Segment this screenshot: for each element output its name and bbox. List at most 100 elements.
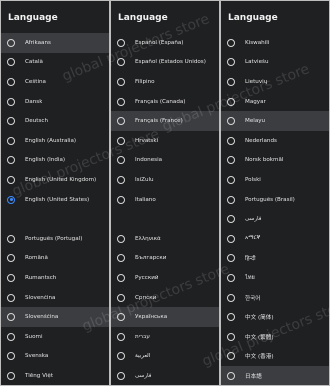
language-option[interactable]: فارسی — [111, 366, 219, 385]
radio-icon — [7, 58, 15, 67]
radio-icon — [117, 352, 125, 361]
language-option[interactable]: Српски — [111, 288, 219, 308]
language-option[interactable]: Rumantsch — [1, 268, 109, 288]
language-option[interactable]: Afrikaans — [1, 33, 109, 53]
language-label: Deutsch — [25, 118, 49, 125]
language-option[interactable]: Filipino — [111, 72, 219, 92]
language-option[interactable]: Čeština — [1, 72, 109, 92]
language-option[interactable]: Français (Canada) — [111, 92, 219, 112]
language-option[interactable]: Português (Portugal) — [1, 229, 109, 249]
radio-icon — [117, 58, 125, 67]
language-option[interactable]: 中文 (香港) — [221, 347, 329, 367]
language-option[interactable]: አማርኛ — [221, 229, 329, 249]
language-list: Afrikaans Català Čeština Dansk Deutsch Englis… — [1, 33, 109, 385]
language-option[interactable]: Norsk bokmål — [221, 151, 329, 171]
language-label: ไทย — [245, 274, 255, 281]
language-label: English (United States) — [25, 196, 90, 203]
language-label: Slovenčina — [25, 294, 56, 301]
language-option[interactable]: Català — [1, 53, 109, 73]
radio-icon — [227, 234, 235, 243]
language-option[interactable]: Slovenščina — [1, 307, 109, 327]
language-label: IsiZulu — [135, 176, 154, 183]
language-label: Filipino — [135, 78, 155, 85]
language-option[interactable]: English (United Kingdom) — [1, 170, 109, 190]
language-option[interactable]: 中文 (简体) — [221, 307, 329, 327]
radio-icon — [117, 38, 125, 47]
language-screen-1: Language Afrikaans Català Čeština Dansk Deut… — [1, 1, 109, 385]
language-option[interactable]: 中文 (繁體) — [221, 327, 329, 347]
language-option[interactable]: Русский — [111, 268, 219, 288]
language-label: Čeština — [25, 78, 46, 85]
language-option[interactable]: Indonesia — [111, 151, 219, 171]
language-option[interactable]: English (India) — [1, 151, 109, 171]
language-option[interactable]: עברית — [111, 327, 219, 347]
radio-icon — [227, 97, 235, 106]
language-label: English (United Kingdom) — [25, 176, 97, 183]
language-option[interactable]: English (Australia) — [1, 131, 109, 151]
language-label: Українська — [135, 314, 168, 321]
radio-icon — [7, 97, 15, 106]
radio-icon — [227, 156, 235, 165]
radio-icon — [227, 371, 235, 380]
language-option[interactable]: Lietuvių — [221, 72, 329, 92]
language-label: Português (Portugal) — [25, 235, 83, 242]
radio-icon — [7, 77, 15, 86]
language-option[interactable]: हिन्दी — [221, 249, 329, 269]
language-option[interactable]: Ελληνικά — [111, 229, 219, 249]
language-option[interactable]: Kiswahili — [221, 33, 329, 53]
language-screen-2: Language Español (España) Español (Estado… — [111, 1, 219, 385]
language-label: Српски — [135, 294, 157, 301]
language-label: Español (Estados Unidos) — [135, 59, 206, 66]
radio-icon — [227, 38, 235, 47]
language-option[interactable]: English (United States) — [1, 190, 109, 210]
radio-icon — [117, 371, 125, 380]
language-screen-3: Language Kiswahili Latviešu Lietuvių Magyar… — [221, 1, 329, 385]
language-label: 日本語 — [245, 373, 262, 380]
language-label: Português (Brasil) — [245, 196, 295, 203]
language-option[interactable]: ไทย — [221, 268, 329, 288]
language-label: Български — [135, 255, 167, 262]
radio-icon — [227, 273, 235, 282]
language-option[interactable]: Português (Brasil) — [221, 190, 329, 210]
radio-icon — [117, 156, 125, 165]
language-option[interactable]: Nederlands — [221, 131, 329, 151]
language-option[interactable]: Українська — [111, 307, 219, 327]
language-label: Svenska — [25, 353, 49, 360]
language-option[interactable]: Tiếng Việt — [1, 366, 109, 385]
language-option[interactable]: Magyar — [221, 92, 329, 112]
language-option[interactable]: Español (Estados Unidos) — [111, 53, 219, 73]
language-option[interactable]: Dansk — [1, 92, 109, 112]
radio-icon — [227, 215, 235, 224]
language-label: Indonesia — [135, 157, 163, 164]
radio-icon — [227, 293, 235, 302]
language-option[interactable]: Română — [1, 249, 109, 269]
language-label: 中文 (香港) — [245, 354, 274, 361]
language-option[interactable]: Español (España) — [111, 33, 219, 53]
language-option[interactable]: Deutsch — [1, 111, 109, 131]
language-option[interactable]: IsiZulu — [111, 170, 219, 190]
language-option[interactable]: Suomi — [1, 327, 109, 347]
radio-icon — [7, 273, 15, 282]
language-option[interactable]: العربية — [111, 347, 219, 367]
radio-icon — [117, 332, 125, 341]
language-option[interactable]: Slovenčina — [1, 288, 109, 308]
language-option[interactable]: فارسی — [221, 209, 329, 229]
radio-icon — [7, 175, 15, 184]
radio-icon — [117, 293, 125, 302]
language-option[interactable]: Latviešu — [221, 53, 329, 73]
language-label: English (Australia) — [25, 137, 77, 144]
radio-icon — [117, 175, 125, 184]
radio-icon — [7, 156, 15, 165]
language-option[interactable]: Български — [111, 249, 219, 269]
language-option[interactable]: Hrvatski — [111, 131, 219, 151]
language-option[interactable]: 한국어 — [221, 288, 329, 308]
language-label: Română — [25, 255, 48, 262]
language-option[interactable]: Melayu — [221, 111, 329, 131]
language-option[interactable]: Italiano — [111, 190, 219, 210]
language-option[interactable]: Polski — [221, 170, 329, 190]
language-option[interactable]: Svenska — [1, 347, 109, 367]
language-option — [111, 209, 219, 229]
language-option[interactable]: Français (France) — [111, 111, 219, 131]
language-label: Català — [25, 59, 43, 66]
language-option[interactable]: 日本語 — [221, 366, 329, 385]
